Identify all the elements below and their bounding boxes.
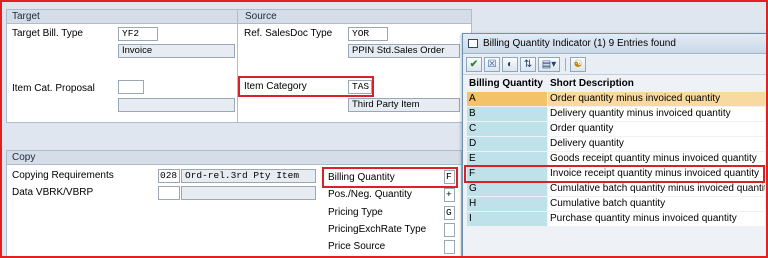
list-item[interactable]: B Delivery quantity minus invoiced quant… — [467, 107, 765, 122]
filter-icon[interactable]: ▤▾ — [538, 57, 560, 72]
row-key: B — [467, 107, 547, 121]
ref-salesdoc-type-label: Ref. SalesDoc Type — [244, 28, 333, 39]
target-header: Target — [7, 10, 471, 24]
item-category-desc: Third Party Item — [348, 98, 460, 112]
billing-quantity-popup: Billing Quantity Indicator (1) 9 Entries… — [462, 33, 768, 258]
target-bill-type-label: Target Bill. Type — [12, 28, 83, 39]
list-item[interactable]: H Cumulative batch quantity — [467, 197, 765, 212]
target-bill-type-field[interactable]: YF2 — [118, 27, 158, 41]
col-billing-quantity[interactable]: Billing Quantity — [469, 77, 543, 91]
cancel-icon[interactable]: ☒ — [484, 57, 500, 72]
data-vbrk-vbrp-field[interactable] — [158, 186, 180, 200]
item-cat-proposal-desc — [118, 98, 235, 112]
pricing-type-label: Pricing Type — [328, 207, 383, 218]
row-key: I — [467, 212, 547, 226]
price-source-field[interactable] — [444, 240, 455, 254]
row-desc: Delivery quantity — [548, 137, 765, 151]
help-icon[interactable]: ☯ — [570, 57, 586, 72]
row-f-highlight — [464, 165, 765, 183]
row-key: D — [467, 137, 547, 151]
item-category-label: Item Category — [244, 81, 307, 92]
col-short-description[interactable]: Short Description — [550, 77, 634, 91]
list-item[interactable]: A Order quantity minus invoiced quantity — [467, 92, 765, 107]
billing-quantity-label: Billing Quantity — [328, 172, 395, 183]
target-source-separator — [237, 9, 238, 123]
item-cat-proposal-label: Item Cat. Proposal — [12, 83, 95, 94]
copying-requirements-field[interactable]: 028 — [158, 169, 180, 183]
row-desc: Order quantity — [548, 122, 765, 136]
pricing-exch-rate-type-label: PricingExchRate Type — [328, 224, 427, 235]
row-key: H — [467, 197, 547, 211]
target-bill-type-desc: Invoice — [118, 44, 235, 58]
row-key: C — [467, 122, 547, 136]
row-desc: Purchase quantity minus invoiced quantit… — [548, 212, 765, 226]
price-source-label: Price Source — [328, 241, 386, 252]
ref-salesdoc-type-field[interactable]: YOR — [348, 27, 388, 41]
data-vbrk-vbrp-desc — [181, 186, 316, 200]
popup-title-bar[interactable]: Billing Quantity Indicator (1) 9 Entries… — [463, 34, 767, 54]
row-desc: Goods receipt quantity minus invoiced qu… — [548, 152, 765, 166]
check-icon[interactable]: ✔ — [466, 57, 482, 72]
sort-icon[interactable]: ⇅ — [520, 57, 536, 72]
pricing-exch-rate-type-field[interactable] — [444, 223, 455, 237]
billing-quantity-field[interactable]: F — [444, 170, 455, 184]
toolbar-separator — [565, 58, 566, 71]
popup-toolbar: ✔ ☒ ◐ ⇅ ▤▾ ☯ — [463, 55, 767, 75]
list-item[interactable]: D Delivery quantity — [467, 137, 765, 152]
item-category-field[interactable]: TAS — [348, 80, 372, 94]
list-item[interactable]: I Purchase quantity minus invoiced quant… — [467, 212, 765, 227]
popup-grid-header: Billing Quantity Short Description — [467, 77, 765, 91]
row-desc: Cumulative batch quantity minus invoiced… — [548, 182, 765, 196]
row-desc: Cumulative batch quantity — [548, 197, 765, 211]
list-item[interactable]: G Cumulative batch quantity minus invoic… — [467, 182, 765, 197]
row-key: G — [467, 182, 547, 196]
source-header: Source — [245, 11, 277, 22]
ref-salesdoc-type-desc: PPIN Std.Sales Order — [348, 44, 460, 58]
copy-header: Copy — [7, 151, 461, 165]
item-cat-proposal-field[interactable] — [118, 80, 144, 94]
binoculars-icon[interactable]: ◐ — [502, 57, 518, 72]
popup-title: Billing Quantity Indicator (1) 9 Entries… — [483, 38, 676, 49]
copying-requirements-label: Copying Requirements — [12, 170, 114, 181]
row-desc: Order quantity minus invoiced quantity — [548, 92, 765, 106]
pricing-type-field[interactable]: G — [444, 206, 455, 220]
copying-requirements-desc: Ord-rel.3rd Pty Item — [181, 169, 316, 183]
row-desc: Delivery quantity minus invoiced quantit… — [548, 107, 765, 121]
row-key: E — [467, 152, 547, 166]
pos-neg-quantity-field[interactable]: + — [444, 188, 455, 202]
data-vbrk-vbrp-label: Data VBRK/VBRP — [12, 187, 94, 198]
pos-neg-quantity-label: Pos./Neg. Quantity — [328, 189, 412, 200]
row-key: A — [467, 92, 547, 106]
list-item[interactable]: C Order quantity — [467, 122, 765, 137]
window-icon — [468, 39, 478, 48]
